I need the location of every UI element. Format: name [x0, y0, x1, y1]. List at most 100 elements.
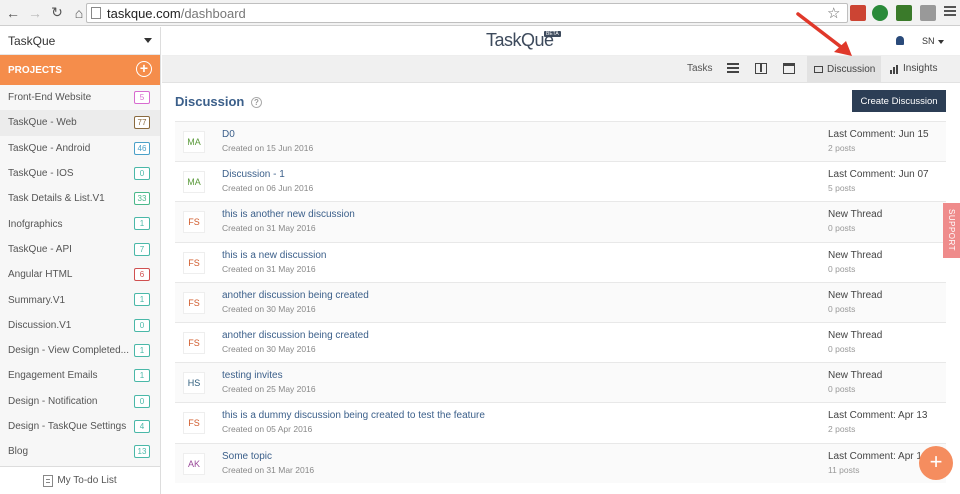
url-path: /dashboard [180, 5, 246, 21]
create-discussion-button[interactable]: Create Discussion [852, 90, 946, 112]
reload-icon[interactable]: ↻ [48, 4, 66, 22]
project-count-badge: 1 [134, 293, 150, 307]
annotation-arrow [796, 12, 852, 56]
discussion-last-comment: New Thread [828, 249, 883, 261]
project-name: Discussion.V1 [8, 319, 72, 331]
project-item[interactable]: Blog 13 [0, 439, 160, 464]
project-item[interactable]: TaskQue - Web 77 [0, 110, 160, 136]
project-list: Front-End Website 5 TaskQue - Web 77 TaskQue… [0, 85, 160, 464]
bell-icon[interactable] [896, 36, 904, 45]
discussion-last-comment: New Thread [828, 370, 883, 382]
discussion-row[interactable]: HS testing invites Created on 25 May 2016 N… [175, 362, 946, 403]
project-item[interactable]: Task Details & List.V1 33 [0, 186, 160, 211]
discussion-last-comment: New Thread [828, 209, 883, 221]
discussion-last-comment: Last Comment: Apr 13 [828, 450, 928, 462]
support-tab[interactable]: SUPPORT [943, 203, 960, 258]
discussion-title[interactable]: testing invites [222, 370, 283, 381]
project-name: TaskQue - IOS [8, 168, 74, 180]
tab-insights[interactable]: Insights [890, 63, 937, 74]
discussion-row[interactable]: MA Discussion - 1 Created on 06 Jun 2016 La… [175, 161, 946, 202]
project-item[interactable]: Design - TaskQue Settings 4 [0, 414, 160, 439]
comment-icon [814, 66, 823, 73]
checklist-icon [43, 474, 54, 487]
discussion-posts: 0 posts [828, 263, 856, 274]
workspace-select[interactable]: TaskQue [0, 27, 160, 55]
avatar: FS [183, 291, 205, 314]
project-item[interactable]: Discussion.V1 0 [0, 313, 160, 338]
help-icon[interactable]: ? [250, 97, 262, 109]
project-item[interactable]: Engagement Emails 1 [0, 363, 160, 388]
project-item[interactable]: Design - Notification 0 [0, 389, 160, 414]
project-count-badge: 4 [134, 419, 150, 433]
todo-label: My To-do List [57, 475, 117, 486]
discussion-created: Created on 30 May 2016 [222, 343, 316, 354]
project-count-badge: 7 [134, 242, 150, 256]
project-count-badge: 0 [134, 318, 150, 332]
project-name: Angular HTML [8, 269, 73, 281]
discussion-created: Created on 30 May 2016 [222, 303, 316, 314]
page-icon [91, 7, 101, 19]
extension-chart-icon[interactable] [896, 5, 912, 21]
discussion-row[interactable]: AK Some topic Created on 31 Mar 2016 Last C… [175, 442, 946, 483]
add-project-button[interactable]: + [136, 61, 152, 77]
discussion-title[interactable]: another discussion being created [222, 330, 369, 341]
browser-menu-icon[interactable] [944, 6, 956, 18]
discussion-last-comment: New Thread [828, 329, 883, 341]
url-host: taskque.com [107, 5, 181, 21]
project-count-badge: 0 [134, 394, 150, 408]
tab-discussion-label: Discussion [827, 64, 876, 75]
discussion-row[interactable]: MA D0 Created on 15 Jun 2016 Last Comment: … [175, 121, 946, 162]
project-item[interactable]: Inofgraphics 1 [0, 211, 160, 236]
projects-label: PROJECTS [8, 64, 62, 76]
todo-list-link[interactable]: My To-do List [0, 466, 160, 494]
discussion-title[interactable]: Discussion - 1 [222, 169, 285, 180]
project-count-badge: 6 [134, 268, 150, 282]
project-name: Front-End Website [8, 92, 92, 104]
discussion-row[interactable]: FS this is a new discussion Created on 31 … [175, 241, 946, 282]
discussion-created: Created on 31 Mar 2016 [222, 464, 315, 475]
project-item[interactable]: Front-End Website 5 [0, 85, 160, 110]
discussion-title[interactable]: D0 [222, 129, 235, 140]
extension-mail-icon[interactable] [920, 5, 936, 21]
discussion-title[interactable]: this is another new discussion [222, 209, 355, 220]
project-name: TaskQue - Android [8, 142, 91, 154]
avatar: FS [183, 331, 205, 354]
avatar: MA [183, 171, 205, 194]
discussion-created: Created on 31 May 2016 [222, 263, 316, 274]
discussion-last-comment: Last Comment: Jun 15 [828, 129, 929, 140]
project-item[interactable]: TaskQue - API 7 [0, 237, 160, 262]
project-item[interactable]: Angular HTML 6 [0, 262, 160, 287]
discussion-posts: 5 posts [828, 183, 856, 194]
discussion-created: Created on 31 May 2016 [222, 223, 316, 234]
project-name: Inofgraphics [8, 218, 63, 230]
discussion-title[interactable]: Some topic [222, 451, 272, 462]
extension-grammar-icon[interactable] [872, 5, 888, 21]
project-count-badge: 46 [134, 141, 150, 155]
discussion-posts: 2 posts [828, 143, 856, 153]
discussion-posts: 0 posts [828, 303, 856, 314]
discussion-title[interactable]: another discussion being created [222, 290, 369, 301]
user-menu[interactable]: SN [922, 36, 944, 46]
back-icon[interactable]: ← [4, 4, 22, 22]
address-bar[interactable]: taskque.com/dashboard [86, 3, 848, 23]
bar-chart-icon [890, 65, 899, 74]
calendar-icon[interactable] [783, 63, 795, 74]
discussion-created: Created on 05 Apr 2016 [222, 424, 313, 435]
discussion-title[interactable]: this is a dummy discussion being created… [222, 410, 485, 421]
project-item[interactable]: Summary.V1 1 [0, 287, 160, 312]
discussion-title[interactable]: this is a new discussion [222, 250, 327, 261]
project-item[interactable]: TaskQue - Android 46 [0, 136, 160, 161]
forward-icon[interactable]: → [26, 4, 44, 22]
discussion-row[interactable]: FS this is another new discussion Created … [175, 201, 946, 242]
project-item[interactable]: TaskQue - IOS 0 [0, 161, 160, 186]
discussion-row[interactable]: FS another discussion being created Create… [175, 321, 946, 363]
avatar: FS [183, 412, 205, 435]
list-view-icon[interactable] [727, 63, 739, 74]
project-item[interactable]: Design - View Completed... 1 [0, 338, 160, 363]
discussion-row[interactable]: FS another discussion being created Create… [175, 281, 946, 322]
logo[interactable]: TaskQue BETA [486, 30, 561, 51]
add-fab-button[interactable]: + [919, 446, 953, 480]
project-count-badge: 1 [134, 369, 150, 383]
board-view-icon[interactable] [755, 63, 767, 74]
discussion-row[interactable]: FS this is a dummy discussion being creat… [175, 402, 946, 443]
